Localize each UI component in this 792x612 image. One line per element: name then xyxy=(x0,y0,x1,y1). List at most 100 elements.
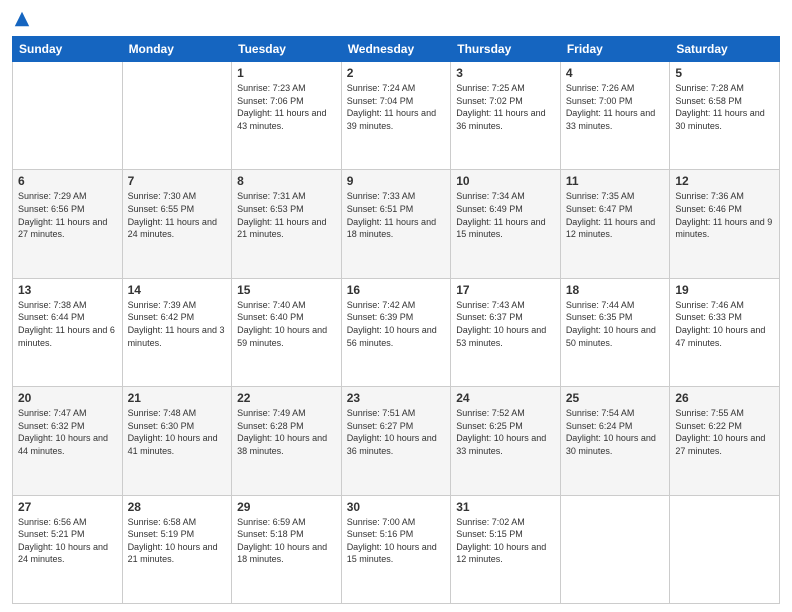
calendar-cell: 3 Sunrise: 7:25 AMSunset: 7:02 PMDaylight… xyxy=(451,62,561,170)
day-info: Sunrise: 7:40 AMSunset: 6:40 PMDaylight:… xyxy=(237,299,336,349)
day-info: Sunrise: 7:42 AMSunset: 6:39 PMDaylight:… xyxy=(347,299,446,349)
header xyxy=(12,10,780,28)
calendar-cell: 23 Sunrise: 7:51 AMSunset: 6:27 PMDayligh… xyxy=(341,387,451,495)
day-info: Sunrise: 7:49 AMSunset: 6:28 PMDaylight:… xyxy=(237,407,336,457)
day-number: 8 xyxy=(237,174,336,188)
day-number: 11 xyxy=(566,174,665,188)
week-row-3: 13 Sunrise: 7:38 AMSunset: 6:44 PMDayligh… xyxy=(13,278,780,386)
calendar-cell: 1 Sunrise: 7:23 AMSunset: 7:06 PMDaylight… xyxy=(232,62,342,170)
day-number: 17 xyxy=(456,283,555,297)
calendar-cell xyxy=(122,62,232,170)
day-info: Sunrise: 7:54 AMSunset: 6:24 PMDaylight:… xyxy=(566,407,665,457)
calendar-cell: 10 Sunrise: 7:34 AMSunset: 6:49 PMDayligh… xyxy=(451,170,561,278)
calendar-cell: 16 Sunrise: 7:42 AMSunset: 6:39 PMDayligh… xyxy=(341,278,451,386)
calendar-cell xyxy=(560,495,670,603)
calendar-cell: 17 Sunrise: 7:43 AMSunset: 6:37 PMDayligh… xyxy=(451,278,561,386)
calendar-cell: 18 Sunrise: 7:44 AMSunset: 6:35 PMDayligh… xyxy=(560,278,670,386)
day-info: Sunrise: 7:55 AMSunset: 6:22 PMDaylight:… xyxy=(675,407,774,457)
day-number: 12 xyxy=(675,174,774,188)
day-header-saturday: Saturday xyxy=(670,37,780,62)
day-header-thursday: Thursday xyxy=(451,37,561,62)
day-number: 29 xyxy=(237,500,336,514)
day-number: 15 xyxy=(237,283,336,297)
day-number: 23 xyxy=(347,391,446,405)
day-number: 24 xyxy=(456,391,555,405)
calendar-table: SundayMondayTuesdayWednesdayThursdayFrid… xyxy=(12,36,780,604)
day-info: Sunrise: 7:24 AMSunset: 7:04 PMDaylight:… xyxy=(347,82,446,132)
calendar-cell: 6Sunrise: 7:29 AMSunset: 6:56 PMDaylight… xyxy=(13,170,123,278)
day-number: 1 xyxy=(237,66,336,80)
day-info: Sunrise: 7:51 AMSunset: 6:27 PMDaylight:… xyxy=(347,407,446,457)
day-info: Sunrise: 7:34 AMSunset: 6:49 PMDaylight:… xyxy=(456,190,555,240)
day-number: 19 xyxy=(675,283,774,297)
day-number: 7 xyxy=(128,174,227,188)
day-header-monday: Monday xyxy=(122,37,232,62)
day-number: 10 xyxy=(456,174,555,188)
calendar-cell: 31 Sunrise: 7:02 AMSunset: 5:15 PMDayligh… xyxy=(451,495,561,603)
day-number: 9 xyxy=(347,174,446,188)
calendar-cell: 26 Sunrise: 7:55 AMSunset: 6:22 PMDayligh… xyxy=(670,387,780,495)
day-number: 5 xyxy=(675,66,774,80)
week-row-4: 20 Sunrise: 7:47 AMSunset: 6:32 PMDayligh… xyxy=(13,387,780,495)
calendar-cell: 19 Sunrise: 7:46 AMSunset: 6:33 PMDayligh… xyxy=(670,278,780,386)
calendar-cell: 30Sunrise: 7:00 AMSunset: 5:16 PMDayligh… xyxy=(341,495,451,603)
day-info: Sunrise: 7:39 AMSunset: 6:42 PMDaylight:… xyxy=(128,299,227,349)
day-info: Sunrise: 7:46 AMSunset: 6:33 PMDaylight:… xyxy=(675,299,774,349)
week-row-2: 6Sunrise: 7:29 AMSunset: 6:56 PMDaylight… xyxy=(13,170,780,278)
day-info: Sunrise: 7:44 AMSunset: 6:35 PMDaylight:… xyxy=(566,299,665,349)
day-info: Sunrise: 7:48 AMSunset: 6:30 PMDaylight:… xyxy=(128,407,227,457)
days-header-row: SundayMondayTuesdayWednesdayThursdayFrid… xyxy=(13,37,780,62)
calendar-cell: 5 Sunrise: 7:28 AMSunset: 6:58 PMDaylight… xyxy=(670,62,780,170)
calendar-cell: 21 Sunrise: 7:48 AMSunset: 6:30 PMDayligh… xyxy=(122,387,232,495)
day-info: Sunrise: 7:38 AMSunset: 6:44 PMDaylight:… xyxy=(18,299,117,349)
day-number: 14 xyxy=(128,283,227,297)
calendar-cell: 12 Sunrise: 7:36 AMSunset: 6:46 PMDayligh… xyxy=(670,170,780,278)
calendar-cell: 15 Sunrise: 7:40 AMSunset: 6:40 PMDayligh… xyxy=(232,278,342,386)
day-number: 13 xyxy=(18,283,117,297)
calendar-cell: 4 Sunrise: 7:26 AMSunset: 7:00 PMDaylight… xyxy=(560,62,670,170)
calendar-cell xyxy=(670,495,780,603)
day-number: 26 xyxy=(675,391,774,405)
day-info: Sunrise: 7:29 AMSunset: 6:56 PMDaylight:… xyxy=(18,190,117,240)
day-header-wednesday: Wednesday xyxy=(341,37,451,62)
day-number: 21 xyxy=(128,391,227,405)
day-info: Sunrise: 6:59 AMSunset: 5:18 PMDaylight:… xyxy=(237,516,336,566)
calendar-cell: 25Sunrise: 7:54 AMSunset: 6:24 PMDayligh… xyxy=(560,387,670,495)
calendar-cell: 8 Sunrise: 7:31 AMSunset: 6:53 PMDaylight… xyxy=(232,170,342,278)
day-info: Sunrise: 7:02 AMSunset: 5:15 PMDaylight:… xyxy=(456,516,555,566)
day-number: 22 xyxy=(237,391,336,405)
day-info: Sunrise: 7:43 AMSunset: 6:37 PMDaylight:… xyxy=(456,299,555,349)
day-number: 31 xyxy=(456,500,555,514)
day-header-friday: Friday xyxy=(560,37,670,62)
calendar-cell: 2Sunrise: 7:24 AMSunset: 7:04 PMDaylight… xyxy=(341,62,451,170)
calendar-cell: 7 Sunrise: 7:30 AMSunset: 6:55 PMDaylight… xyxy=(122,170,232,278)
day-info: Sunrise: 7:31 AMSunset: 6:53 PMDaylight:… xyxy=(237,190,336,240)
day-number: 4 xyxy=(566,66,665,80)
day-info: Sunrise: 7:25 AMSunset: 7:02 PMDaylight:… xyxy=(456,82,555,132)
calendar-cell: 27Sunrise: 6:56 AMSunset: 5:21 PMDayligh… xyxy=(13,495,123,603)
day-number: 3 xyxy=(456,66,555,80)
week-row-5: 27Sunrise: 6:56 AMSunset: 5:21 PMDayligh… xyxy=(13,495,780,603)
day-header-sunday: Sunday xyxy=(13,37,123,62)
day-number: 16 xyxy=(347,283,446,297)
day-number: 28 xyxy=(128,500,227,514)
day-header-tuesday: Tuesday xyxy=(232,37,342,62)
calendar-cell: 29 Sunrise: 6:59 AMSunset: 5:18 PMDayligh… xyxy=(232,495,342,603)
calendar-cell: 20 Sunrise: 7:47 AMSunset: 6:32 PMDayligh… xyxy=(13,387,123,495)
day-info: Sunrise: 7:23 AMSunset: 7:06 PMDaylight:… xyxy=(237,82,336,132)
day-info: Sunrise: 7:36 AMSunset: 6:46 PMDaylight:… xyxy=(675,190,774,240)
page-container: SundayMondayTuesdayWednesdayThursdayFrid… xyxy=(0,0,792,612)
day-info: Sunrise: 6:56 AMSunset: 5:21 PMDaylight:… xyxy=(18,516,117,566)
day-info: Sunrise: 7:28 AMSunset: 6:58 PMDaylight:… xyxy=(675,82,774,132)
calendar-cell: 11 Sunrise: 7:35 AMSunset: 6:47 PMDayligh… xyxy=(560,170,670,278)
day-number: 18 xyxy=(566,283,665,297)
day-info: Sunrise: 7:26 AMSunset: 7:00 PMDaylight:… xyxy=(566,82,665,132)
day-info: Sunrise: 7:30 AMSunset: 6:55 PMDaylight:… xyxy=(128,190,227,240)
day-info: Sunrise: 7:47 AMSunset: 6:32 PMDaylight:… xyxy=(18,407,117,457)
day-info: Sunrise: 7:35 AMSunset: 6:47 PMDaylight:… xyxy=(566,190,665,240)
calendar-cell: 13 Sunrise: 7:38 AMSunset: 6:44 PMDayligh… xyxy=(13,278,123,386)
day-info: Sunrise: 7:00 AMSunset: 5:16 PMDaylight:… xyxy=(347,516,446,566)
day-number: 20 xyxy=(18,391,117,405)
calendar-cell: 28Sunrise: 6:58 AMSunset: 5:19 PMDayligh… xyxy=(122,495,232,603)
calendar-cell: 22 Sunrise: 7:49 AMSunset: 6:28 PMDayligh… xyxy=(232,387,342,495)
